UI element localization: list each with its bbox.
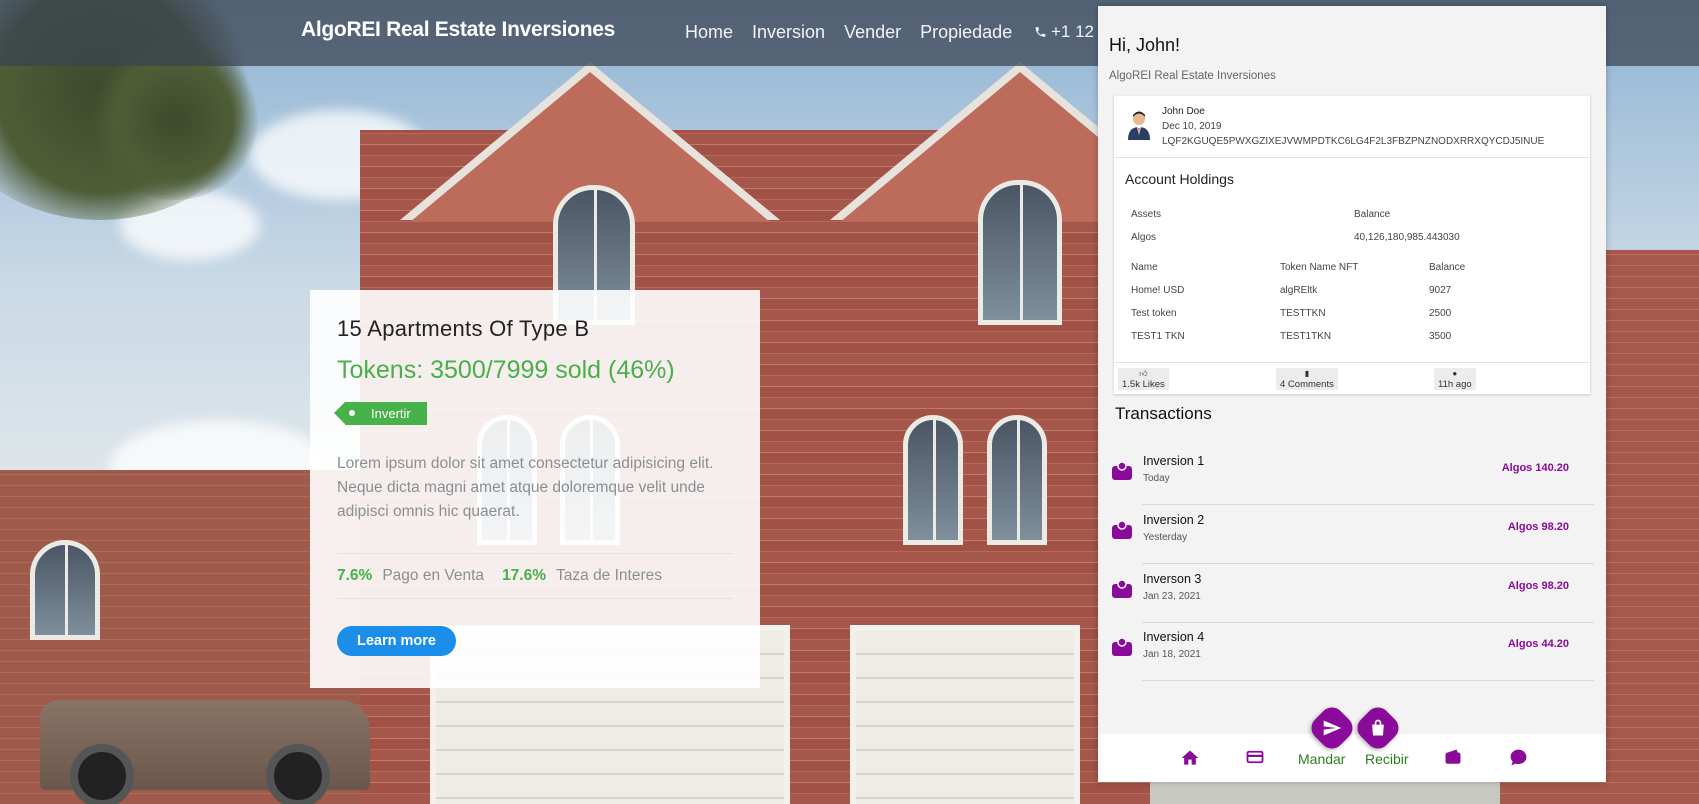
bag-icon [1372, 719, 1384, 736]
wallet-subtitle: AlgoREI Real Estate Inversiones [1109, 70, 1276, 82]
likes-chip[interactable]: 👍︎ 1.5k Likes [1118, 368, 1169, 390]
transaction-amount: Algos 140.20 [1501, 462, 1569, 474]
account-card: John Doe Dec 10, 2019 LQF2KGUQE5PWXGZIXE… [1114, 96, 1590, 394]
transaction-row[interactable]: Inversion 4 Jan 18, 2021 Algos 44.20 [1108, 623, 1596, 681]
window [978, 180, 1062, 325]
token-cell: TESTTKN [1280, 308, 1326, 319]
transactions-title: Transactions [1115, 404, 1212, 423]
wallet-icon[interactable] [1444, 748, 1462, 766]
user-name: John Doe [1162, 106, 1205, 117]
divider [1114, 157, 1590, 158]
divider [1142, 680, 1594, 681]
transaction-name: Inversion 1 [1143, 454, 1205, 468]
brand-logo-text[interactable]: AlgoREI Real Estate Inversiones [301, 18, 615, 42]
card-icon[interactable] [1246, 748, 1264, 766]
token-cell: Home! USD [1131, 285, 1185, 296]
transaction-name: Inversion 4 [1143, 630, 1205, 644]
transaction-row[interactable]: Inversion 1 Today Algos 140.20 [1108, 447, 1596, 505]
divider [1142, 563, 1594, 564]
home-icon[interactable] [1180, 748, 1200, 768]
property-stats: 7.6% Pago en Venta 17.6% Taza de Interes [337, 553, 733, 599]
garage-door [850, 625, 1080, 804]
recibir-label[interactable]: Recibir [1365, 751, 1409, 767]
nav-vender[interactable]: Vender [844, 22, 901, 43]
assets-header: Assets [1131, 209, 1162, 220]
bottom-nav: Mandar Recibir [1098, 734, 1606, 782]
property-description: Lorem ipsum dolor sit amet consectetur a… [337, 455, 714, 520]
comments-chip[interactable]: ▮ 4 Comments [1276, 368, 1338, 390]
stat-interes-value: 17.6% [502, 567, 547, 584]
phone-number: +1 12 [1050, 22, 1094, 41]
user-date: Dec 10, 2019 [1162, 121, 1222, 132]
token-balance-header: Balance [1429, 262, 1466, 273]
phone-contact[interactable]: +1 12 [1034, 22, 1094, 42]
divider [1142, 504, 1594, 505]
transaction-name: Inversion 2 [1143, 513, 1205, 527]
token-cell: TEST1TKN [1280, 331, 1332, 342]
time-label: 11h ago [1438, 379, 1472, 390]
tokens-sold: Tokens: 3500/7999 sold (46%) [337, 356, 675, 384]
wallet-address[interactable]: LQF2KGUQE5PWXGZIXEJVWMPDTKC6LG4F2L3FBZPN… [1162, 136, 1544, 147]
token-cell: TEST1 TKN [1131, 331, 1185, 342]
token-cell: algREltk [1280, 285, 1318, 296]
learn-more-button[interactable]: Learn more [337, 626, 456, 656]
property-title: 15 Apartments Of Type B [337, 316, 590, 341]
time-chip[interactable]: ● 11h ago [1434, 368, 1476, 390]
invertir-tag[interactable]: Invertir [334, 402, 427, 425]
chat-icon[interactable] [1509, 748, 1528, 767]
token-cell: 2500 [1429, 308, 1452, 319]
likes-label: 1.5k Likes [1122, 379, 1165, 390]
window [30, 540, 100, 640]
clock-icon: ● [1452, 369, 1458, 378]
main-nav: Home Inversion Vender Propiedade [685, 22, 1012, 43]
wallet-icon [1112, 461, 1132, 480]
property-card: 15 Apartments Of Type B Tokens: 3500/799… [310, 290, 760, 688]
divider [1114, 362, 1590, 363]
wallet-icon [1112, 637, 1132, 656]
token-name-header: Name [1131, 262, 1158, 273]
transaction-date: Yesterday [1143, 532, 1188, 543]
phone-icon [1035, 27, 1046, 37]
wallet-icon [1112, 579, 1132, 598]
nav-propiedade[interactable]: Propiedade [920, 22, 1012, 43]
token-cell: 9027 [1429, 285, 1452, 296]
transaction-name: Inverson 3 [1143, 572, 1202, 586]
asset-balance: 40,126,180,985.443030 [1354, 232, 1460, 243]
holdings-title: Account Holdings [1125, 171, 1234, 187]
wallet-icon [1112, 520, 1132, 539]
balance-header: Balance [1354, 209, 1391, 220]
transaction-date: Jan 23, 2021 [1143, 591, 1201, 602]
comments-label: 4 Comments [1280, 379, 1334, 390]
transaction-date: Today [1143, 473, 1170, 484]
nav-home[interactable]: Home [685, 22, 733, 43]
transaction-row[interactable]: Inversion 2 Yesterday Algos 98.20 [1108, 506, 1596, 564]
greeting: Hi, John! [1109, 35, 1181, 55]
mandar-label[interactable]: Mandar [1298, 751, 1345, 767]
transaction-amount: Algos 98.20 [1507, 580, 1569, 592]
transaction-row[interactable]: Inverson 3 Jan 23, 2021 Algos 98.20 [1108, 565, 1596, 623]
window [987, 415, 1047, 545]
window [903, 415, 963, 545]
pickup-truck [40, 700, 370, 804]
transaction-date: Jan 18, 2021 [1143, 649, 1201, 660]
stat-interes-label: Taza de Interes [556, 567, 662, 584]
transaction-amount: Algos 98.20 [1507, 521, 1569, 533]
token-cell: 3500 [1429, 331, 1452, 342]
document-icon: ▮ [1304, 369, 1310, 378]
avatar [1128, 111, 1150, 140]
asset-name: Algos [1131, 232, 1157, 243]
send-icon [1323, 720, 1342, 736]
stat-pago-value: 7.6% [337, 567, 373, 584]
stat-pago-label: Pago en Venta [382, 567, 485, 584]
wallet-panel: Hi, John! AlgoREI Real Estate Inversione… [1098, 6, 1606, 782]
token-cell: Test token [1131, 308, 1177, 319]
nav-inversion[interactable]: Inversion [752, 22, 825, 43]
thumbs-up-icon: 👍︎ [1139, 369, 1148, 378]
transaction-amount: Algos 44.20 [1507, 638, 1569, 650]
token-nft-header: Token Name NFT [1280, 262, 1359, 273]
